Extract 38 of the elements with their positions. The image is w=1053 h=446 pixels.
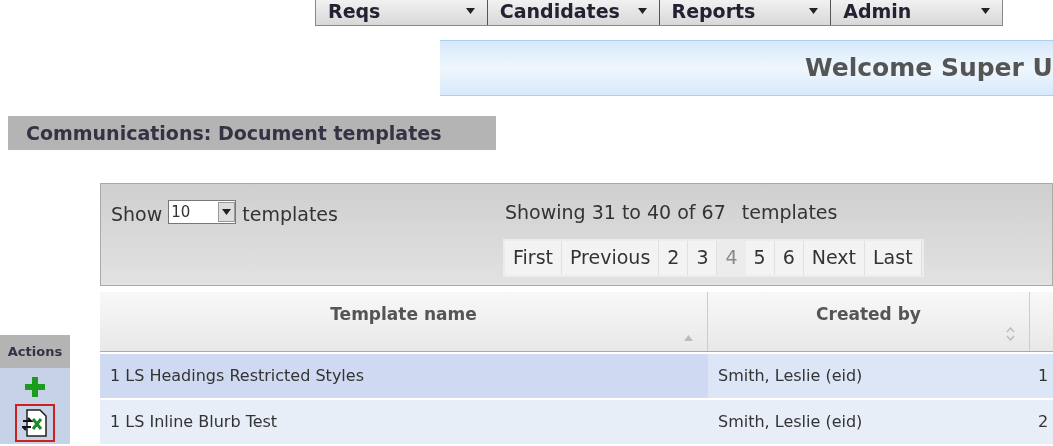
table-row[interactable]: 1 LS Inline Blurb Test Smith, Leslie (eid) 2 — [100, 400, 1053, 444]
table-row[interactable]: 1 LS Headings Restricted Styles Smith, Leslie (eid) 1 — [100, 354, 1053, 398]
table-cell: 1 LS Headings Restricted Styles — [100, 354, 708, 398]
show-label: Show — [111, 202, 163, 227]
templates-label: templates — [741, 200, 838, 225]
pagination-button[interactable]: 6 — [774, 240, 804, 275]
table-cell-text: Smith, Leslie (eid) — [717, 365, 864, 387]
table-cell-text: 1 LS Inline Blurb Test — [109, 411, 279, 433]
spreadsheet-export-icon — [22, 409, 48, 437]
pagination-button[interactable]: 5 — [745, 240, 775, 275]
column-header[interactable]: Template name — [100, 292, 708, 351]
templates-label: templates — [242, 202, 338, 227]
table-cell-text: 2 — [1037, 411, 1049, 433]
page-title: Communications: Document templates — [8, 116, 496, 150]
caret-icon — [465, 8, 475, 14]
plus-icon — [24, 376, 46, 398]
menu-dropdown[interactable]: Reqs — [316, 0, 488, 25]
pagination-button[interactable]: 3 — [688, 240, 718, 275]
pagination-button[interactable]: 2 — [659, 240, 689, 275]
table-cell-text: Smith, Leslie (eid) — [717, 411, 864, 433]
pagination-button[interactable]: Next — [803, 240, 866, 275]
table-cell-text: 1 — [1037, 365, 1049, 387]
caret-icon — [637, 8, 647, 14]
menu-dropdown[interactable]: Reports — [659, 0, 832, 25]
welcome-banner: Welcome Super U — [440, 40, 1053, 96]
page-size-select[interactable]: 10 — [168, 200, 237, 224]
pagination-button[interactable]: First — [505, 240, 562, 275]
caret-icon — [981, 8, 990, 14]
caret-icon — [222, 209, 232, 215]
pagination-button[interactable]: Last — [865, 240, 922, 275]
range-info: Showing 31 to 40 of 67 — [505, 200, 726, 225]
actions-header: Actions — [0, 334, 70, 368]
caret-icon — [809, 8, 819, 14]
menu-dropdown[interactable]: Candidates — [487, 0, 660, 25]
column-header[interactable]: Created by — [708, 292, 1030, 351]
export-button[interactable] — [15, 404, 55, 442]
menu-dropdown[interactable]: Admin — [831, 0, 1002, 25]
pagination-button[interactable]: Previous — [562, 240, 660, 275]
